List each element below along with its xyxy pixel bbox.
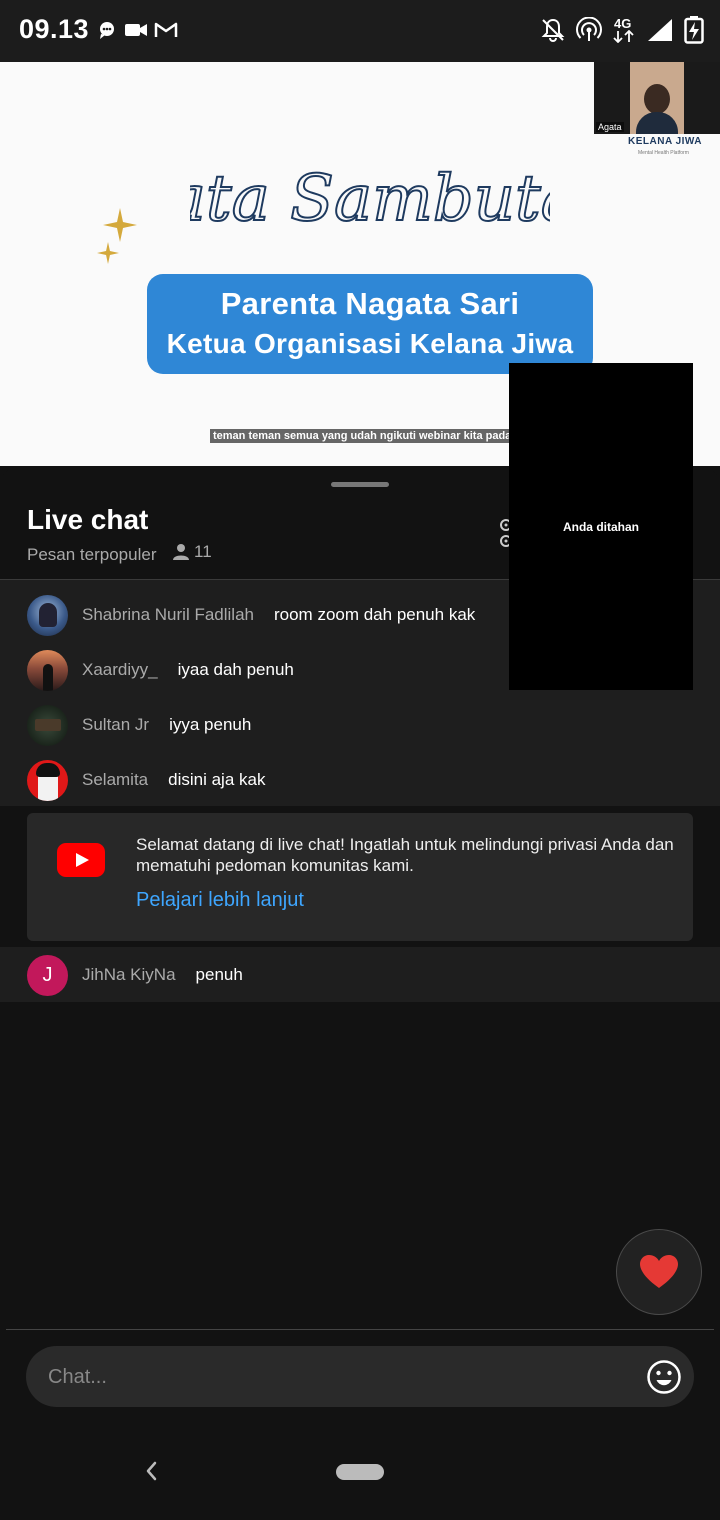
reaction-button[interactable] xyxy=(616,1229,702,1315)
heart-icon xyxy=(640,1255,678,1288)
participant-head xyxy=(644,84,670,114)
message-text: iyya penuh xyxy=(169,715,252,734)
drag-handle[interactable] xyxy=(331,482,389,487)
brand-logo: KELANA JIWA xyxy=(628,136,703,147)
participant-label: Agata xyxy=(596,122,624,132)
sparkle-decoration-small xyxy=(97,242,119,264)
avatar[interactable] xyxy=(27,649,68,691)
battery-charging-icon xyxy=(684,16,704,44)
chat-message[interactable]: Shabrina Nuril Fadlilah room zoom dah pe… xyxy=(27,593,475,637)
avatar[interactable] xyxy=(27,594,68,636)
avatar[interactable] xyxy=(27,759,68,801)
brand-tagline: Mental Health Platform xyxy=(638,150,689,156)
chat-filter-dropdown[interactable]: Pesan terpopuler xyxy=(27,545,156,565)
network-type-label: 4G xyxy=(614,16,632,31)
emoji-icon[interactable] xyxy=(646,1359,682,1395)
avatar-hair xyxy=(36,762,60,777)
participant-camera-tile: Agata xyxy=(594,62,720,134)
message-text: penuh xyxy=(195,965,243,984)
message-author[interactable]: Xaardiyy_ xyxy=(82,660,158,680)
status-notification-icons xyxy=(98,20,178,40)
pip-overlay[interactable]: Anda ditahan xyxy=(509,363,693,690)
avatar-letter: J xyxy=(42,963,53,986)
video-caption: teman teman semua yang udah ngikuti webi… xyxy=(210,429,515,443)
input-divider xyxy=(6,1329,714,1330)
status-time: 09.13 xyxy=(19,14,90,44)
youtube-logo-icon xyxy=(57,843,105,877)
speaker-banner: Parenta Nagata Sari Ketua Organisasi Kel… xyxy=(147,274,593,374)
chat-title: Live chat xyxy=(27,504,149,535)
speaker-name: Parenta Nagata Sari xyxy=(220,286,520,321)
sparkle-decoration xyxy=(103,208,137,242)
person-icon xyxy=(173,544,189,560)
nav-back-icon[interactable] xyxy=(140,1456,162,1486)
participant-video xyxy=(630,62,684,134)
signal-icon xyxy=(648,19,672,41)
message-author[interactable]: Sultan Jr xyxy=(82,715,149,735)
slide-title-script-text: Kata Sambutan xyxy=(190,162,550,236)
slide-title: Kata Sambutan xyxy=(118,125,621,260)
viewer-count-value: 11 xyxy=(194,542,212,561)
participant-body xyxy=(636,112,678,134)
avatar[interactable] xyxy=(27,704,68,746)
avatar-figure xyxy=(43,663,53,691)
learn-more-link[interactable]: Pelajari lebih lanjut xyxy=(136,889,304,912)
hotspot-icon xyxy=(576,17,602,41)
message-text: disini aja kak xyxy=(168,770,266,789)
nav-home-button[interactable] xyxy=(336,1464,384,1480)
avatar[interactable]: J xyxy=(27,954,68,996)
message-author[interactable]: Shabrina Nuril Fadlilah xyxy=(82,605,254,625)
message-text: room zoom dah penuh kak xyxy=(273,605,476,624)
chat-bubble-icon xyxy=(100,22,114,39)
viewer-count: 11 xyxy=(172,542,212,562)
status-system-icons: 4G xyxy=(540,16,704,44)
avatar-figure xyxy=(35,718,61,731)
chat-message[interactable]: J JihNa KiyNa penuh xyxy=(27,953,243,997)
welcome-text: Selamat datang di live chat! Ingatlah un… xyxy=(136,835,674,875)
network-4g-icon: 4G xyxy=(612,16,636,43)
chat-message[interactable]: Xaardiyy_ iyaa dah penuh xyxy=(27,648,294,692)
slide-title-script: Kata Sambutan xyxy=(118,161,621,237)
message-author[interactable]: Selamita xyxy=(82,770,148,790)
chat-input[interactable] xyxy=(46,1346,630,1409)
status-bar: 09.13 4G xyxy=(0,0,720,62)
avatar-figure xyxy=(39,602,57,627)
message-text: iyaa dah penuh xyxy=(177,660,294,679)
welcome-banner: Selamat datang di live chat! Ingatlah un… xyxy=(27,813,693,941)
chat-message[interactable]: Sultan Jr iyya penuh xyxy=(27,703,251,747)
video-camera-icon xyxy=(125,24,147,36)
chat-message[interactable]: Selamita disini aja kak xyxy=(27,758,265,802)
speaker-role: Ketua Organisasi Kelana Jiwa xyxy=(166,328,574,359)
message-author[interactable]: JihNa KiyNa xyxy=(82,965,176,985)
notifications-off-icon xyxy=(541,18,565,42)
pip-status-text: Anda ditahan xyxy=(562,520,639,534)
gmail-icon xyxy=(154,22,178,37)
chat-input-container[interactable] xyxy=(26,1346,694,1409)
